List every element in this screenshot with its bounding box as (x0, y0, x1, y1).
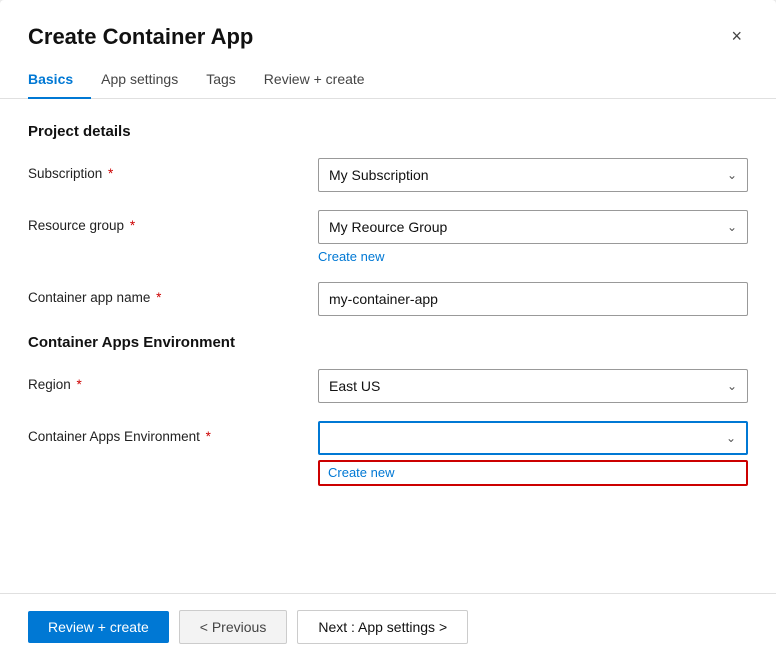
dialog-footer: Review + create < Previous Next : App se… (0, 593, 776, 660)
resource-group-dropdown-arrow: ⌄ (727, 220, 737, 234)
resource-group-label: Resource group * (28, 210, 318, 233)
previous-button[interactable]: < Previous (179, 610, 288, 644)
region-row: Region * East US ⌄ (28, 369, 748, 403)
container-apps-environment-row: Container Apps Environment * ⌄ Create ne… (28, 421, 748, 486)
resource-group-required: * (126, 218, 135, 233)
subscription-control: My Subscription ⌄ (318, 158, 748, 192)
tab-review-create[interactable]: Review + create (264, 61, 383, 99)
form-body: Project details Subscription * My Subscr… (0, 99, 776, 593)
subscription-required: * (104, 166, 113, 181)
review-create-button[interactable]: Review + create (28, 611, 169, 643)
region-control: East US ⌄ (318, 369, 748, 403)
tab-app-settings[interactable]: App settings (101, 61, 196, 99)
project-details-heading: Project details (28, 123, 748, 140)
region-required: * (73, 377, 82, 392)
next-button[interactable]: Next : App settings > (297, 610, 468, 644)
resource-group-row: Resource group * My Reource Group ⌄ Crea… (28, 210, 748, 264)
container-app-name-control (318, 282, 748, 316)
container-apps-environment-required: * (202, 429, 211, 444)
subscription-label: Subscription * (28, 158, 318, 181)
resource-group-create-new-link[interactable]: Create new (318, 249, 748, 264)
subscription-dropdown[interactable]: My Subscription ⌄ (318, 158, 748, 192)
container-apps-environment-create-new-link[interactable]: Create new (328, 465, 394, 480)
subscription-row: Subscription * My Subscription ⌄ (28, 158, 748, 192)
close-button[interactable]: × (725, 22, 748, 51)
container-apps-env-heading: Container Apps Environment (28, 334, 748, 351)
create-container-app-dialog: Create Container App × Basics App settin… (0, 0, 776, 660)
container-app-name-row: Container app name * (28, 282, 748, 316)
region-dropdown[interactable]: East US ⌄ (318, 369, 748, 403)
container-app-name-label: Container app name * (28, 282, 318, 305)
tab-bar: Basics App settings Tags Review + create (0, 61, 776, 99)
container-apps-environment-create-new-box: Create new (318, 460, 748, 486)
container-apps-environment-control: ⌄ Create new (318, 421, 748, 486)
container-apps-environment-label: Container Apps Environment * (28, 421, 318, 444)
tab-tags[interactable]: Tags (206, 61, 254, 99)
container-apps-environment-dropdown-arrow: ⌄ (726, 431, 736, 445)
resource-group-dropdown[interactable]: My Reource Group ⌄ (318, 210, 748, 244)
resource-group-control: My Reource Group ⌄ Create new (318, 210, 748, 264)
region-dropdown-arrow: ⌄ (727, 379, 737, 393)
container-app-name-required: * (152, 290, 161, 305)
dialog-header: Create Container App × (0, 0, 776, 61)
container-app-name-input[interactable] (318, 282, 748, 316)
region-label: Region * (28, 369, 318, 392)
subscription-dropdown-arrow: ⌄ (727, 168, 737, 182)
dialog-title: Create Container App (28, 24, 253, 50)
container-apps-environment-dropdown[interactable]: ⌄ (318, 421, 748, 455)
tab-basics[interactable]: Basics (28, 61, 91, 99)
